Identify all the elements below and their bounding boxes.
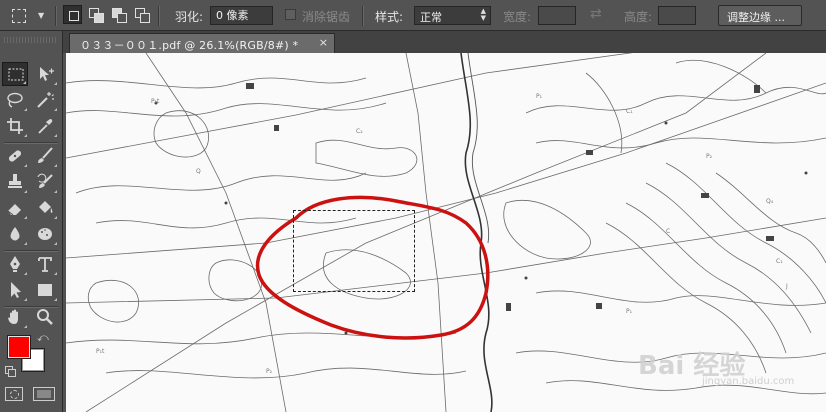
svg-text:C₁: C₁	[626, 108, 633, 115]
paint-bucket-tool[interactable]	[32, 196, 58, 220]
hand-icon	[8, 309, 18, 324]
crop-tool[interactable]	[2, 114, 28, 138]
selection-marquee[interactable]	[293, 210, 415, 292]
options-separator	[55, 6, 57, 26]
height-label: 高度:	[624, 10, 653, 24]
path-selection-tool[interactable]	[2, 278, 28, 302]
path-selection-arrow-icon	[11, 282, 21, 298]
height-input[interactable]	[658, 6, 696, 25]
options-separator	[158, 6, 160, 26]
clone-stamp-tool[interactable]	[2, 170, 28, 194]
zoom-tool[interactable]	[32, 305, 58, 329]
magic-wand-tool[interactable]	[32, 88, 58, 112]
lasso-icon	[7, 92, 23, 108]
tool-preset-picker[interactable]: ▼	[8, 5, 52, 26]
svg-text:C₂: C₂	[356, 128, 363, 135]
eyedropper-icon	[38, 119, 53, 134]
crop-icon	[7, 118, 23, 134]
document-tab-title: ０３３－００１.pdf @ 26.1%(RGB/8#) *	[80, 39, 299, 52]
new-selection-button[interactable]	[63, 5, 82, 24]
paint-bucket-icon	[39, 201, 53, 213]
zoom-magnifier-icon	[37, 309, 53, 325]
pen-icon	[10, 256, 20, 272]
move-tool[interactable]	[32, 62, 58, 86]
toolbox-grip[interactable]	[4, 37, 58, 43]
svg-text:P₂: P₂	[266, 368, 273, 375]
feather-label: 羽化:	[175, 10, 204, 24]
screen-mode-icon[interactable]	[33, 387, 55, 401]
type-icon	[38, 257, 52, 272]
document-tab[interactable]: ０３３－００１.pdf @ 26.1%(RGB/8#) * ×	[69, 33, 335, 53]
svg-text:P₁t: P₁t	[96, 348, 105, 355]
lasso-tool[interactable]	[2, 88, 28, 112]
hand-tool[interactable]	[2, 305, 28, 329]
type-tool[interactable]	[32, 252, 58, 276]
bandage-icon	[8, 150, 22, 162]
chevron-down-icon: ▼	[38, 11, 45, 20]
swap-width-height-icon[interactable]: ⇄	[590, 6, 602, 22]
brush-icon	[38, 147, 53, 163]
intersect-selection-button[interactable]	[132, 5, 151, 24]
select-arrows-icon: ▲ ▼	[480, 7, 486, 22]
style-select[interactable]: 正常 ▲ ▼	[414, 6, 491, 25]
history-brush-icon	[37, 173, 53, 188]
close-icon[interactable]: ×	[319, 36, 328, 49]
antialias-label: 消除锯齿	[302, 10, 351, 24]
magic-wand-icon	[37, 92, 54, 108]
document-canvas[interactable]: P₁t Q C₂ P₁ C₁ P₂ Q₄ P₁ C₁ P₁t P₂ C J Bai 经验 jin…	[66, 53, 826, 412]
svg-text:Q₄: Q₄	[766, 198, 774, 205]
style-select-value: 正常	[420, 11, 442, 24]
default-colors-icon[interactable]	[5, 366, 16, 377]
marquee-preset-icon	[12, 9, 26, 23]
dodge-tool[interactable]	[32, 222, 58, 246]
eraser-icon	[7, 204, 21, 216]
stamp-icon	[8, 174, 22, 188]
new-selection-icon	[69, 11, 79, 21]
blur-tool[interactable]	[2, 222, 28, 246]
document-tab-bar: ０３３－００１.pdf @ 26.1%(RGB/8#) * ×	[63, 31, 826, 53]
feather-input[interactable]: 0 像素	[210, 6, 273, 25]
eyedropper-tool[interactable]	[32, 114, 58, 138]
width-label: 宽度:	[503, 10, 532, 24]
options-bar: ▼ 羽化: 0 像素 消除锯齿 样式: 正常 ▲ ▼ 宽度: ⇄ 高度: 调整边缘…	[0, 0, 826, 31]
quick-mask-icon[interactable]	[5, 387, 23, 401]
toolbox: ⤺	[0, 31, 63, 412]
options-separator	[362, 6, 364, 26]
svg-text:Q: Q	[196, 168, 201, 175]
width-input[interactable]	[538, 6, 576, 25]
rectangular-marquee-tool[interactable]	[2, 62, 28, 86]
svg-text:J: J	[785, 283, 788, 290]
subtract-from-selection-button[interactable]	[109, 5, 128, 24]
swap-colors-icon[interactable]: ⤺	[37, 331, 49, 345]
spot-healing-tool[interactable]	[2, 144, 28, 168]
rectangle-shape-tool[interactable]	[32, 278, 58, 302]
svg-text:P₂: P₂	[706, 153, 713, 160]
add-to-selection-button[interactable]	[86, 5, 105, 24]
sponge-icon	[38, 228, 52, 240]
move-icon	[40, 67, 54, 81]
antialias-checkbox[interactable]	[285, 9, 296, 20]
history-brush-tool[interactable]	[32, 170, 58, 194]
blur-drop-icon	[10, 227, 20, 241]
refine-edge-button[interactable]: 调整边缘 ...	[718, 5, 802, 26]
baidu-watermark-url: jingyan.baidu.com	[702, 376, 795, 387]
foreground-color-swatch[interactable]	[7, 335, 31, 359]
rectangle-shape-icon	[38, 284, 52, 296]
svg-text:P₁t: P₁t	[151, 98, 160, 105]
eraser-tool[interactable]	[2, 196, 28, 220]
brush-tool[interactable]	[32, 144, 58, 168]
style-label: 样式:	[375, 10, 404, 24]
svg-text:P₁: P₁	[536, 93, 543, 100]
svg-text:C₁: C₁	[776, 258, 783, 265]
pen-tool[interactable]	[2, 252, 28, 276]
svg-text:C: C	[666, 228, 670, 235]
svg-text:P₁: P₁	[626, 308, 633, 315]
